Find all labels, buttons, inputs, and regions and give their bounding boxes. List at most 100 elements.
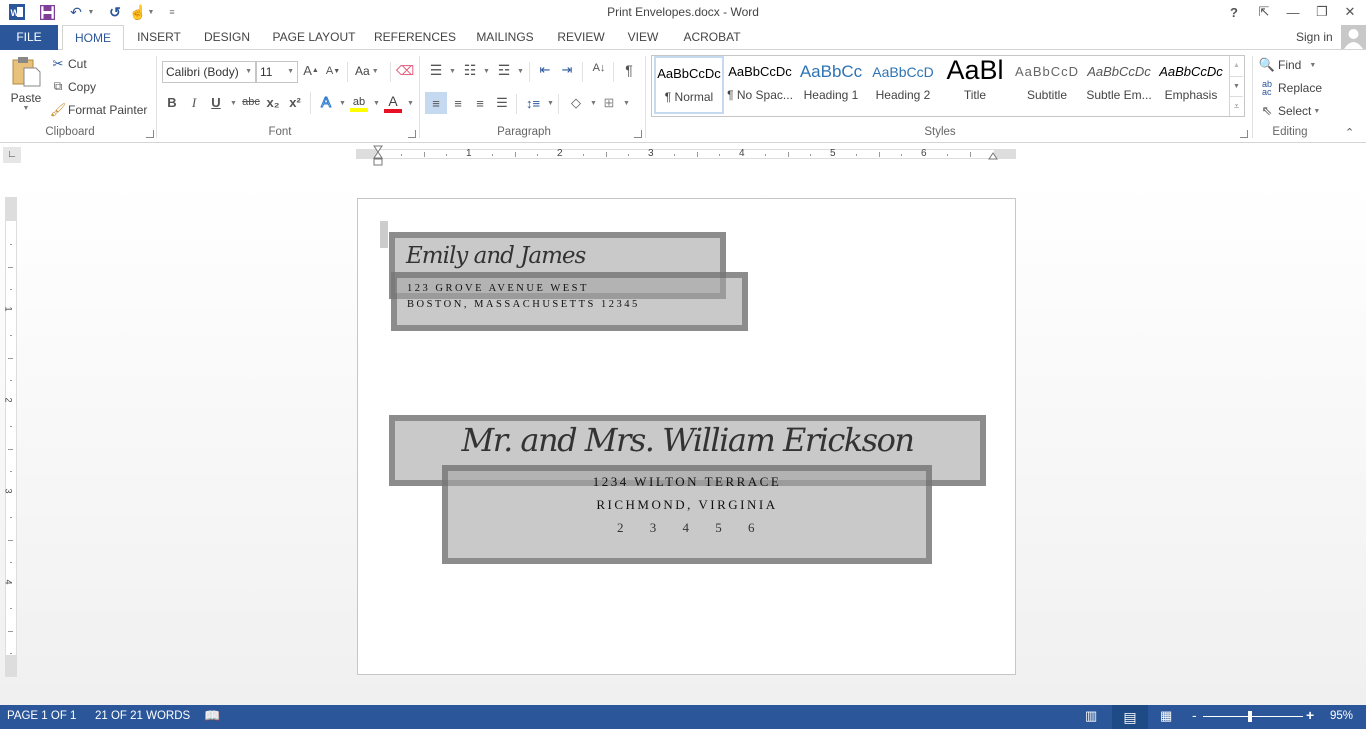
tab-view[interactable]: VIEW: [622, 25, 664, 50]
envelope-page[interactable]: Emily and James 123 GROVE AVENUE WEST BO…: [357, 198, 1016, 675]
shading-icon[interactable]: ◇: [566, 92, 586, 114]
tab-acrobat[interactable]: ACROBAT: [676, 25, 748, 50]
line-spacing-dropdown-icon[interactable]: ▼: [547, 100, 554, 107]
zoom-level[interactable]: 95%: [1330, 710, 1353, 722]
align-left-icon[interactable]: ≡: [425, 92, 447, 114]
tab-mailings[interactable]: MAILINGS: [470, 25, 540, 50]
recipient-address-line3[interactable]: 2 3 4 5 6: [442, 520, 932, 536]
styles-more-icon[interactable]: ⩡: [1230, 96, 1243, 115]
tab-review[interactable]: REVIEW: [552, 25, 610, 50]
font-dialog-launcher-icon[interactable]: [408, 130, 416, 138]
sign-in-link[interactable]: Sign in: [1296, 30, 1333, 44]
borders-icon[interactable]: ⊞: [600, 92, 618, 114]
return-name[interactable]: Emily and James: [406, 243, 586, 269]
align-right-icon[interactable]: ≡: [471, 92, 489, 114]
borders-dropdown-icon[interactable]: ▼: [623, 100, 630, 107]
return-address-line2[interactable]: BOSTON, MASSACHUSETTS 12345: [407, 299, 640, 310]
zoom-slider-thumb[interactable]: [1248, 711, 1253, 722]
shading-dropdown-icon[interactable]: ▼: [590, 100, 597, 107]
sort-icon[interactable]: A↓: [590, 62, 608, 74]
tab-design[interactable]: DESIGN: [198, 25, 256, 50]
numbering-icon[interactable]: ☷: [461, 62, 479, 79]
vertical-ruler[interactable]: 1 2 3 4: [4, 197, 17, 677]
horizontal-ruler[interactable]: 1 2 3 4 5 6: [356, 145, 1016, 166]
align-center-icon[interactable]: ≡: [449, 92, 467, 114]
indent-markers-icon[interactable]: [373, 145, 383, 167]
highlight-button[interactable]: ab: [350, 94, 368, 112]
paste-button[interactable]: Paste ▼: [8, 56, 44, 118]
ribbon-display-options-icon[interactable]: ⇱: [1250, 2, 1278, 22]
bullets-dropdown-icon[interactable]: ▼: [449, 68, 456, 75]
italic-button[interactable]: I: [187, 95, 201, 111]
help-icon[interactable]: ?: [1220, 2, 1248, 22]
style-no-spacing[interactable]: AaBbCcDc ¶ No Spac...: [725, 56, 795, 114]
strikethrough-button[interactable]: abc: [241, 96, 261, 108]
increase-indent-icon[interactable]: ⇥: [558, 62, 576, 78]
shrink-font-button[interactable]: A ▼: [325, 65, 341, 77]
style-emphasis[interactable]: AaBbCcDc Emphasis: [1156, 56, 1226, 114]
text-effects-dropdown-icon[interactable]: ▼: [339, 100, 346, 107]
change-case-button[interactable]: Aa ▼: [355, 64, 379, 78]
bold-button[interactable]: B: [165, 95, 179, 110]
font-name-dropdown-icon[interactable]: ▼: [245, 62, 252, 82]
grow-font-button[interactable]: A ▲: [303, 63, 319, 78]
line-spacing-icon[interactable]: ↕≡: [523, 92, 543, 114]
decrease-indent-icon[interactable]: ⇤: [536, 62, 554, 78]
undo-dropdown-icon[interactable]: ▼: [86, 3, 96, 21]
styles-scrollbar[interactable]: ▲ ▼ ⩡: [1229, 56, 1243, 116]
customize-quick-access-icon[interactable]: ≡: [166, 3, 178, 21]
superscript-button[interactable]: x²: [287, 95, 303, 110]
avatar[interactable]: [1341, 25, 1366, 49]
bullets-icon[interactable]: ☰: [427, 62, 445, 79]
style-normal[interactable]: AaBbCcDc ¶ Normal: [654, 56, 724, 114]
touch-dropdown-icon[interactable]: ▼: [146, 3, 156, 21]
tab-references[interactable]: REFERENCES: [372, 25, 458, 50]
tab-home[interactable]: HOME: [62, 25, 124, 51]
page-count[interactable]: PAGE 1 OF 1: [7, 710, 76, 722]
font-size-combo[interactable]: 11 ▼: [256, 61, 298, 83]
minimize-icon[interactable]: —: [1279, 2, 1307, 22]
highlight-dropdown-icon[interactable]: ▼: [373, 100, 380, 107]
font-color-button[interactable]: A: [384, 94, 402, 113]
clipboard-dialog-launcher-icon[interactable]: [146, 130, 154, 138]
tab-selector-icon[interactable]: ∟: [3, 147, 21, 163]
tab-insert[interactable]: INSERT: [132, 25, 186, 50]
show-formatting-marks-icon[interactable]: ¶: [620, 62, 638, 78]
read-mode-icon[interactable]: ▥: [1085, 708, 1097, 724]
underline-dropdown-icon[interactable]: ▼: [230, 100, 237, 107]
collapse-ribbon-icon[interactable]: ⌃: [1345, 126, 1354, 139]
style-subtle-emphasis[interactable]: AaBbCcDc Subtle Em...: [1084, 56, 1154, 114]
styles-scroll-down-icon[interactable]: ▼: [1230, 76, 1243, 96]
right-indent-marker-icon[interactable]: [988, 151, 998, 160]
repeat-icon[interactable]: ↺: [106, 3, 124, 21]
zoom-out-button[interactable]: -: [1192, 707, 1197, 723]
replace-button[interactable]: ab ac Replace: [1259, 80, 1322, 97]
recipient-address-line1[interactable]: 1234 WILTON TERRACE: [442, 474, 932, 490]
cut-button[interactable]: ✂ Cut: [50, 56, 87, 72]
multilevel-dropdown-icon[interactable]: ▼: [517, 68, 524, 75]
subscript-button[interactable]: x₂: [265, 95, 281, 110]
clear-formatting-icon[interactable]: ⌫: [396, 63, 414, 79]
styles-dialog-launcher-icon[interactable]: [1240, 130, 1248, 138]
select-button[interactable]: ⇖ Select ▼: [1259, 103, 1321, 119]
undo-icon[interactable]: ↶: [66, 3, 86, 21]
style-heading-1[interactable]: AaBbCc Heading 1: [796, 56, 866, 114]
font-color-dropdown-icon[interactable]: ▼: [407, 100, 414, 107]
underline-button[interactable]: U: [209, 95, 223, 110]
close-icon[interactable]: ✕: [1336, 2, 1364, 22]
web-layout-icon[interactable]: ▦: [1160, 708, 1172, 724]
save-icon[interactable]: [38, 3, 56, 21]
recipient-address-line2[interactable]: RICHMOND, VIRGINIA: [442, 497, 932, 513]
font-name-combo[interactable]: Calibri (Body) ▼: [162, 61, 256, 83]
numbering-dropdown-icon[interactable]: ▼: [483, 68, 490, 75]
justify-icon[interactable]: ☰: [493, 92, 511, 114]
styles-scroll-up-icon[interactable]: ▲: [1230, 56, 1243, 76]
copy-button[interactable]: ⧉ Copy: [50, 79, 96, 94]
style-heading-2[interactable]: AaBbCcD Heading 2: [868, 56, 938, 114]
multilevel-list-icon[interactable]: ☲: [495, 62, 513, 79]
style-subtitle[interactable]: AaBbCcD Subtitle: [1012, 56, 1082, 114]
tab-file[interactable]: FILE: [0, 25, 58, 50]
zoom-in-button[interactable]: +: [1306, 707, 1314, 723]
style-title[interactable]: AaBl Title: [940, 56, 1010, 114]
text-effects-button[interactable]: A: [318, 94, 334, 112]
